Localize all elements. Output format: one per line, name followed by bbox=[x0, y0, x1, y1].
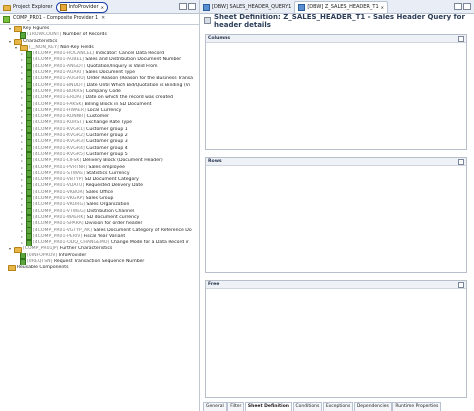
folder-icon bbox=[19, 45, 28, 52]
tab-z-sales-header-t1[interactable]: [DBW] Z_SALES_HEADER_T1 ✕ bbox=[294, 1, 388, 13]
tab-label: Project Explorer bbox=[13, 4, 53, 10]
columns-header: Columns bbox=[206, 35, 466, 43]
sheet-icon bbox=[204, 17, 211, 24]
node-label: Change Mode for a Data Record ir bbox=[110, 240, 189, 246]
expand-toggle-icon[interactable]: ▾ bbox=[8, 39, 12, 45]
minimize-icon[interactable] bbox=[454, 3, 462, 10]
maximize-icon[interactable] bbox=[458, 36, 464, 42]
columns-label: Columns bbox=[208, 36, 231, 41]
tab-infoprovider[interactable]: InfoProvider ✕ bbox=[55, 2, 108, 13]
free-panel[interactable]: Free bbox=[205, 280, 467, 398]
bottom-tab-general[interactable]: General bbox=[203, 402, 227, 411]
composite-provider-icon bbox=[3, 15, 10, 23]
bottom-tab-exceptions[interactable]: Exceptions bbox=[322, 402, 354, 411]
columns-panel[interactable]: Columns bbox=[205, 34, 467, 150]
folder-icon bbox=[13, 246, 22, 253]
editor-bottom-tabs: General Filter Sheet Definition Conditions E… bbox=[203, 402, 442, 411]
rows-label: Rows bbox=[208, 159, 222, 164]
maximize-icon[interactable] bbox=[188, 3, 196, 10]
free-label: Free bbox=[208, 282, 220, 287]
infoprovider-icon bbox=[59, 4, 67, 11]
query-icon bbox=[298, 4, 306, 11]
bottom-tab-sheet-definition[interactable]: Sheet Definition bbox=[244, 402, 293, 411]
sheet-title: Sheet Definition: Z_SALES_HEADER_T1 - Sa… bbox=[200, 12, 474, 29]
root-label: COMP_PR01 - Composite Provider 1 bbox=[13, 16, 99, 21]
root-node[interactable]: COMP_PR01 - Composite Provider 1 ✕ bbox=[0, 14, 199, 25]
minimize-icon[interactable] bbox=[179, 3, 187, 10]
expand-toggle-icon[interactable]: ▾ bbox=[8, 246, 12, 252]
folder-icon bbox=[7, 265, 16, 272]
folder-icon bbox=[13, 38, 22, 45]
tab-label: InfoProvider bbox=[68, 4, 99, 10]
maximize-icon[interactable] bbox=[463, 3, 471, 10]
editor-tab-bar: [DBW] SALES_HEADER_QUERY1 [DBW] Z_SALES_… bbox=[200, 0, 474, 14]
tree-node[interactable]: Reusable Components bbox=[0, 265, 199, 272]
folder-icon bbox=[13, 26, 22, 33]
project-explorer-icon bbox=[3, 4, 11, 11]
node-label: Number of Records bbox=[62, 32, 107, 38]
infoprovider-tree: ▾ Key Figures [1ROWCOUNT] Number of Records… bbox=[0, 25, 199, 272]
tab-sales-header-query1[interactable]: [DBW] SALES_HEADER_QUERY1 bbox=[200, 2, 294, 13]
close-icon[interactable]: ✕ bbox=[381, 2, 384, 13]
tab-label: [DBW] SALES_HEADER_QUERY1 bbox=[212, 4, 292, 10]
query-editor: [DBW] SALES_HEADER_QUERY1 [DBW] Z_SALES_… bbox=[200, 0, 474, 411]
maximize-icon[interactable] bbox=[458, 282, 464, 288]
bottom-tab-runtime-properties[interactable]: Runtime Properties bbox=[392, 402, 442, 411]
bottom-tab-conditions[interactable]: Conditions bbox=[292, 402, 323, 411]
maximize-icon[interactable] bbox=[458, 159, 464, 165]
close-icon[interactable]: ✕ bbox=[101, 14, 105, 24]
node-label: Reusable Components bbox=[17, 265, 69, 271]
close-icon[interactable]: ✕ bbox=[101, 2, 104, 13]
rows-header: Rows bbox=[206, 158, 466, 166]
query-icon bbox=[203, 4, 210, 11]
bottom-tab-filter[interactable]: Filter bbox=[227, 402, 245, 411]
sheet-title-text: Sheet Definition: Z_SALES_HEADER_T1 - Sa… bbox=[214, 12, 465, 29]
expand-toggle-icon[interactable]: ▾ bbox=[14, 45, 18, 51]
infoprovider-view: Project Explorer InfoProvider ✕ COMP_PR0… bbox=[0, 0, 200, 411]
tab-project-explorer[interactable]: Project Explorer bbox=[0, 2, 56, 13]
expand-toggle-icon[interactable]: ▾ bbox=[8, 26, 12, 32]
rows-panel[interactable]: Rows bbox=[205, 157, 467, 273]
bottom-tab-dependencies[interactable]: Dependencies bbox=[353, 402, 392, 411]
free-header: Free bbox=[206, 281, 466, 289]
tab-label: [DBW] Z_SALES_HEADER_T1 bbox=[307, 4, 379, 10]
left-tab-bar: Project Explorer InfoProvider ✕ bbox=[0, 0, 199, 14]
